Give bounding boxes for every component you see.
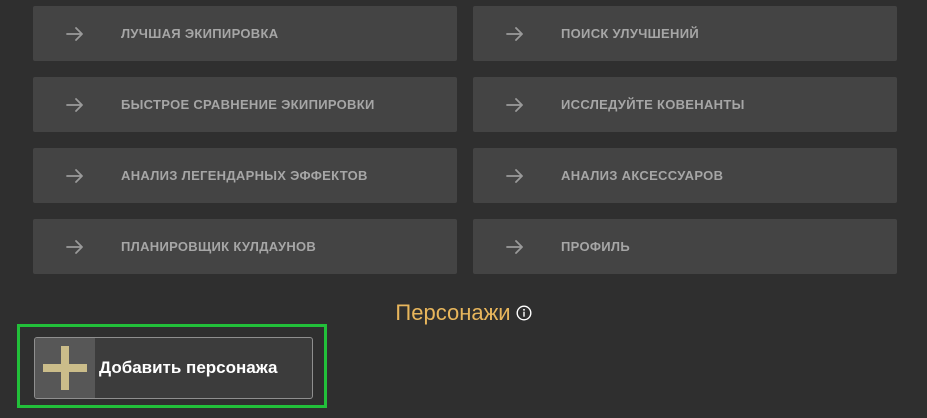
nav-button-label: ПЛАНИРОВЩИК КУЛДАУНОВ bbox=[121, 239, 317, 254]
add-character-highlight: Добавить персонажа bbox=[17, 324, 327, 408]
nav-button-trinket-analysis[interactable]: АНАЛИЗ АКСЕССУАРОВ bbox=[473, 148, 897, 203]
add-character-label: Добавить персонажа bbox=[99, 358, 278, 377]
characters-title: Персонажи bbox=[395, 300, 511, 325]
plus-icon bbox=[35, 338, 95, 398]
nav-button-quick-compare[interactable]: БЫСТРОЕ СРАВНЕНИЕ ЭКИПИРОВКИ bbox=[33, 77, 457, 132]
arrow-right-icon bbox=[505, 166, 525, 186]
nav-button-label: ПРОФИЛЬ bbox=[561, 239, 630, 254]
arrow-right-icon bbox=[65, 95, 85, 115]
arrow-right-icon bbox=[505, 237, 525, 257]
add-character-button[interactable]: Добавить персонажа bbox=[34, 337, 313, 399]
nav-button-cooldown-planner[interactable]: ПЛАНИРОВЩИК КУЛДАУНОВ bbox=[33, 219, 457, 274]
nav-button-label: АНАЛИЗ ЛЕГЕНДАРНЫХ ЭФФЕКТОВ bbox=[121, 168, 368, 183]
nav-button-label: ЛУЧШАЯ ЭКИПИРОВКА bbox=[121, 26, 279, 41]
arrow-right-icon bbox=[65, 166, 85, 186]
info-circle-icon[interactable] bbox=[516, 305, 532, 321]
nav-button-upgrade-finder[interactable]: ПОИСК УЛУЧШЕНИЙ bbox=[473, 6, 897, 61]
nav-button-profile[interactable]: ПРОФИЛЬ bbox=[473, 219, 897, 274]
page: ЛУЧШАЯ ЭКИПИРОВКА ПОИСК УЛУЧШЕНИЙ БЫСТРО… bbox=[0, 0, 927, 418]
arrow-right-icon bbox=[65, 24, 85, 44]
nav-button-label: ПОИСК УЛУЧШЕНИЙ bbox=[561, 26, 699, 41]
arrow-right-icon bbox=[65, 237, 85, 257]
nav-button-label: ИССЛЕДУЙТЕ КОВЕНАНТЫ bbox=[561, 97, 745, 112]
tool-nav-grid: ЛУЧШАЯ ЭКИПИРОВКА ПОИСК УЛУЧШЕНИЙ БЫСТРО… bbox=[33, 6, 897, 274]
characters-heading: Персонажи bbox=[0, 300, 927, 326]
nav-button-label: БЫСТРОЕ СРАВНЕНИЕ ЭКИПИРОВКИ bbox=[121, 97, 375, 112]
nav-button-explore-covenants[interactable]: ИССЛЕДУЙТЕ КОВЕНАНТЫ bbox=[473, 77, 897, 132]
nav-button-legendary-analysis[interactable]: АНАЛИЗ ЛЕГЕНДАРНЫХ ЭФФЕКТОВ bbox=[33, 148, 457, 203]
nav-button-best-gear[interactable]: ЛУЧШАЯ ЭКИПИРОВКА bbox=[33, 6, 457, 61]
nav-button-label: АНАЛИЗ АКСЕССУАРОВ bbox=[561, 168, 724, 183]
arrow-right-icon bbox=[505, 95, 525, 115]
arrow-right-icon bbox=[505, 24, 525, 44]
